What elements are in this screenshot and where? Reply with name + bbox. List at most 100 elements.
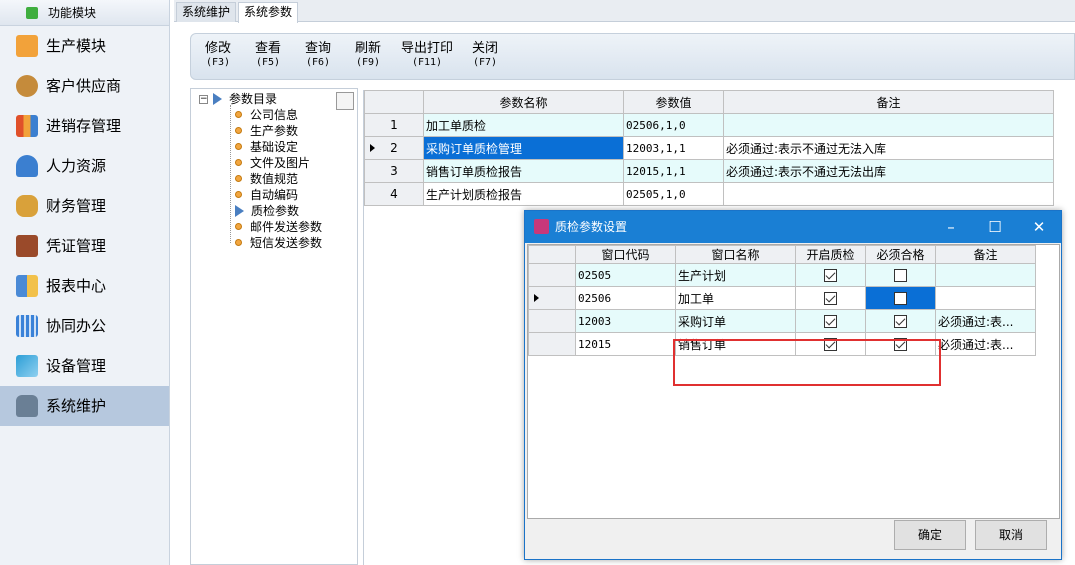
tab-system-maintenance[interactable]: 系统维护: [176, 2, 237, 22]
table-row[interactable]: 02505 生产计划: [528, 263, 1036, 287]
sidebar-item-system[interactable]: 系统维护: [0, 386, 169, 426]
close-icon[interactable]: ✕: [1017, 211, 1061, 243]
header-note[interactable]: 备注: [723, 90, 1054, 114]
sidebar-item-equipment[interactable]: 设备管理: [0, 346, 169, 386]
sidebar-item-reports[interactable]: 报表中心: [0, 266, 169, 306]
window-code-cell[interactable]: 12003: [575, 309, 676, 333]
enable-qc-cell[interactable]: [795, 263, 866, 287]
note-cell[interactable]: [935, 263, 1036, 287]
tree-item-email[interactable]: 邮件发送参数: [235, 219, 322, 235]
coins-icon: [16, 195, 38, 217]
must-pass-cell[interactable]: [865, 332, 936, 356]
sidebar-item-office[interactable]: 协同办公: [0, 306, 169, 346]
enable-qc-cell[interactable]: [795, 332, 866, 356]
view-button-label: 查看: [255, 41, 282, 56]
note-cell[interactable]: 必须通过:表示不通过无法出库: [723, 159, 1054, 183]
tree-item-company[interactable]: 公司信息: [235, 107, 298, 123]
refresh-button[interactable]: 刷新 (F9): [355, 42, 381, 70]
table-row[interactable]: 3 销售订单质检报告 12015,1,1 必须通过:表示不通过无法出库: [364, 159, 1054, 183]
enable-qc-cell[interactable]: [795, 286, 866, 310]
sidebar-item-production[interactable]: 生产模块: [0, 26, 169, 66]
window-code-cell[interactable]: 02505: [575, 263, 676, 287]
tree-root[interactable]: 参数目录: [213, 91, 277, 107]
collapse-icon[interactable]: −: [199, 95, 208, 104]
sidebar-header-label: 功能模块: [48, 6, 97, 20]
contacts-icon: [16, 75, 38, 97]
tree-item-label: 公司信息: [250, 108, 299, 122]
tree-item-label: 基础设定: [250, 140, 299, 154]
node-icon: [235, 159, 242, 166]
print-icon[interactable]: [336, 92, 354, 110]
window-code-cell[interactable]: 12015: [575, 332, 676, 356]
must-pass-checkbox[interactable]: [894, 338, 907, 351]
note-cell[interactable]: 必须通过:表...: [935, 332, 1036, 356]
tab-system-params[interactable]: 系统参数: [238, 2, 299, 23]
sidebar-item-hr[interactable]: 人力资源: [0, 146, 169, 186]
query-button[interactable]: 查询 (F6): [305, 42, 331, 70]
table-row[interactable]: 12003 采购订单 必须通过:表...: [528, 309, 1036, 333]
header-param-value[interactable]: 参数值: [623, 90, 724, 114]
enable-qc-checkbox[interactable]: [824, 338, 837, 351]
window-name-cell[interactable]: 销售订单: [675, 332, 796, 356]
enable-qc-checkbox[interactable]: [824, 315, 837, 328]
table-row[interactable]: 1 加工单质检 02506,1,0: [364, 113, 1054, 137]
tree-item-qc[interactable]: 质检参数: [235, 203, 299, 219]
sidebar-item-customers[interactable]: 客户供应商: [0, 66, 169, 106]
enable-qc-checkbox[interactable]: [824, 269, 837, 282]
monitor-icon: [16, 355, 38, 377]
param-name-cell[interactable]: 销售订单质检报告: [423, 159, 624, 183]
view-button[interactable]: 查看 (F5): [255, 42, 281, 70]
sidebar-item-vouchers[interactable]: 凭证管理: [0, 226, 169, 266]
note-cell[interactable]: 必须通过:表...: [935, 309, 1036, 333]
window-name-cell[interactable]: 采购订单: [675, 309, 796, 333]
ok-button[interactable]: 确定: [894, 520, 966, 550]
table-row[interactable]: 02506 加工单: [528, 286, 1036, 310]
must-pass-checkbox[interactable]: [894, 292, 907, 305]
header-param-name[interactable]: 参数名称: [423, 90, 624, 114]
table-row[interactable]: 2 采购订单质检管理 12003,1,1 必须通过:表示不通过无法入库: [364, 136, 1054, 160]
window-name-cell[interactable]: 加工单: [675, 286, 796, 310]
enable-qc-checkbox[interactable]: [824, 292, 837, 305]
header-window-name[interactable]: 窗口名称: [675, 245, 796, 264]
must-pass-cell[interactable]: [865, 286, 936, 310]
window-name-cell[interactable]: 生产计划: [675, 263, 796, 287]
param-value-cell[interactable]: 12003,1,1: [623, 136, 724, 160]
window-code-cell[interactable]: 02506: [575, 286, 676, 310]
enable-qc-cell[interactable]: [795, 309, 866, 333]
export-print-button[interactable]: 导出打印 (F11): [401, 42, 453, 70]
header-note[interactable]: 备注: [935, 245, 1036, 264]
note-cell[interactable]: 必须通过:表示不通过无法入库: [723, 136, 1054, 160]
param-value-cell[interactable]: 02505,1,0: [623, 182, 724, 206]
tree-item-files[interactable]: 文件及图片: [235, 155, 310, 171]
param-value-cell[interactable]: 12015,1,1: [623, 159, 724, 183]
minimize-icon[interactable]: –: [929, 211, 973, 243]
tree-item-production[interactable]: 生产参数: [235, 123, 298, 139]
note-cell[interactable]: [723, 182, 1054, 206]
header-window-code[interactable]: 窗口代码: [575, 245, 676, 264]
maximize-icon[interactable]: ☐: [973, 211, 1017, 243]
note-cell[interactable]: [935, 286, 1036, 310]
edit-button[interactable]: 修改 (F3): [205, 42, 231, 70]
must-pass-cell[interactable]: [865, 309, 936, 333]
sidebar-item-finance[interactable]: 财务管理: [0, 186, 169, 226]
param-name-cell[interactable]: 采购订单质检管理: [423, 136, 624, 160]
sidebar-item-inventory[interactable]: 进销存管理: [0, 106, 169, 146]
table-row[interactable]: 4 生产计划质检报告 02505,1,0: [364, 182, 1054, 206]
table-row[interactable]: 12015 销售订单 必须通过:表...: [528, 332, 1036, 356]
close-button[interactable]: 关闭 (F7): [472, 42, 498, 70]
must-pass-checkbox[interactable]: [894, 315, 907, 328]
tree-item-numeric[interactable]: 数值规范: [235, 171, 298, 187]
tree-item-basic[interactable]: 基础设定: [235, 139, 298, 155]
param-value-cell[interactable]: 02506,1,0: [623, 113, 724, 137]
param-name-cell[interactable]: 生产计划质检报告: [423, 182, 624, 206]
must-pass-checkbox[interactable]: [894, 269, 907, 282]
note-cell[interactable]: [723, 113, 1054, 137]
cancel-button[interactable]: 取消: [975, 520, 1047, 550]
tree-item-sms[interactable]: 短信发送参数: [235, 235, 322, 251]
dialog-titlebar[interactable]: 质检参数设置 – ☐ ✕: [525, 211, 1061, 243]
must-pass-cell[interactable]: [865, 263, 936, 287]
param-name-cell[interactable]: 加工单质检: [423, 113, 624, 137]
header-enable-qc[interactable]: 开启质检: [795, 245, 866, 264]
header-must-pass[interactable]: 必须合格: [865, 245, 936, 264]
tree-item-autocode[interactable]: 自动编码: [235, 187, 298, 203]
